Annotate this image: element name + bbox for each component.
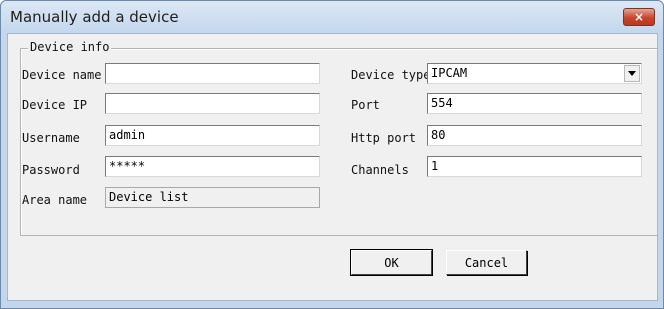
close-icon: × bbox=[633, 10, 645, 24]
cancel-button[interactable]: Cancel bbox=[446, 250, 527, 275]
window-title: Manually add a device bbox=[10, 8, 179, 26]
device-ip-label: Device IP bbox=[22, 98, 88, 112]
device-type-value: IPCAM bbox=[431, 66, 468, 80]
close-button[interactable]: × bbox=[623, 8, 655, 26]
password-label: Password bbox=[22, 163, 80, 177]
chevron-down-icon[interactable] bbox=[624, 65, 640, 82]
ok-button[interactable]: OK bbox=[350, 249, 433, 276]
http-port-field[interactable]: 80 bbox=[427, 125, 642, 146]
username-field[interactable]: admin bbox=[105, 125, 320, 146]
port-field[interactable]: 554 bbox=[427, 93, 642, 114]
http-port-label: Http port bbox=[351, 131, 417, 145]
device-name-field[interactable] bbox=[105, 63, 320, 84]
channels-label: Channels bbox=[351, 163, 409, 177]
area-name-label: Area name bbox=[22, 193, 88, 207]
device-type-select[interactable]: IPCAM bbox=[427, 63, 642, 84]
area-name-field: Device list bbox=[105, 187, 320, 208]
dialog-body: Device info Device name Device IP Userna… bbox=[7, 33, 658, 301]
username-label: Username bbox=[22, 131, 80, 145]
port-label: Port bbox=[351, 98, 380, 112]
device-ip-field[interactable] bbox=[105, 93, 320, 114]
password-field[interactable]: ***** bbox=[105, 156, 320, 177]
device-info-legend: Device info bbox=[28, 40, 112, 54]
device-name-label: Device name bbox=[22, 68, 102, 82]
dialog-window: Manually add a device × Device info Devi… bbox=[0, 0, 664, 309]
channels-field[interactable]: 1 bbox=[427, 156, 642, 177]
device-type-label: Device type bbox=[351, 68, 431, 82]
title-bar[interactable]: Manually add a device × bbox=[1, 1, 663, 33]
